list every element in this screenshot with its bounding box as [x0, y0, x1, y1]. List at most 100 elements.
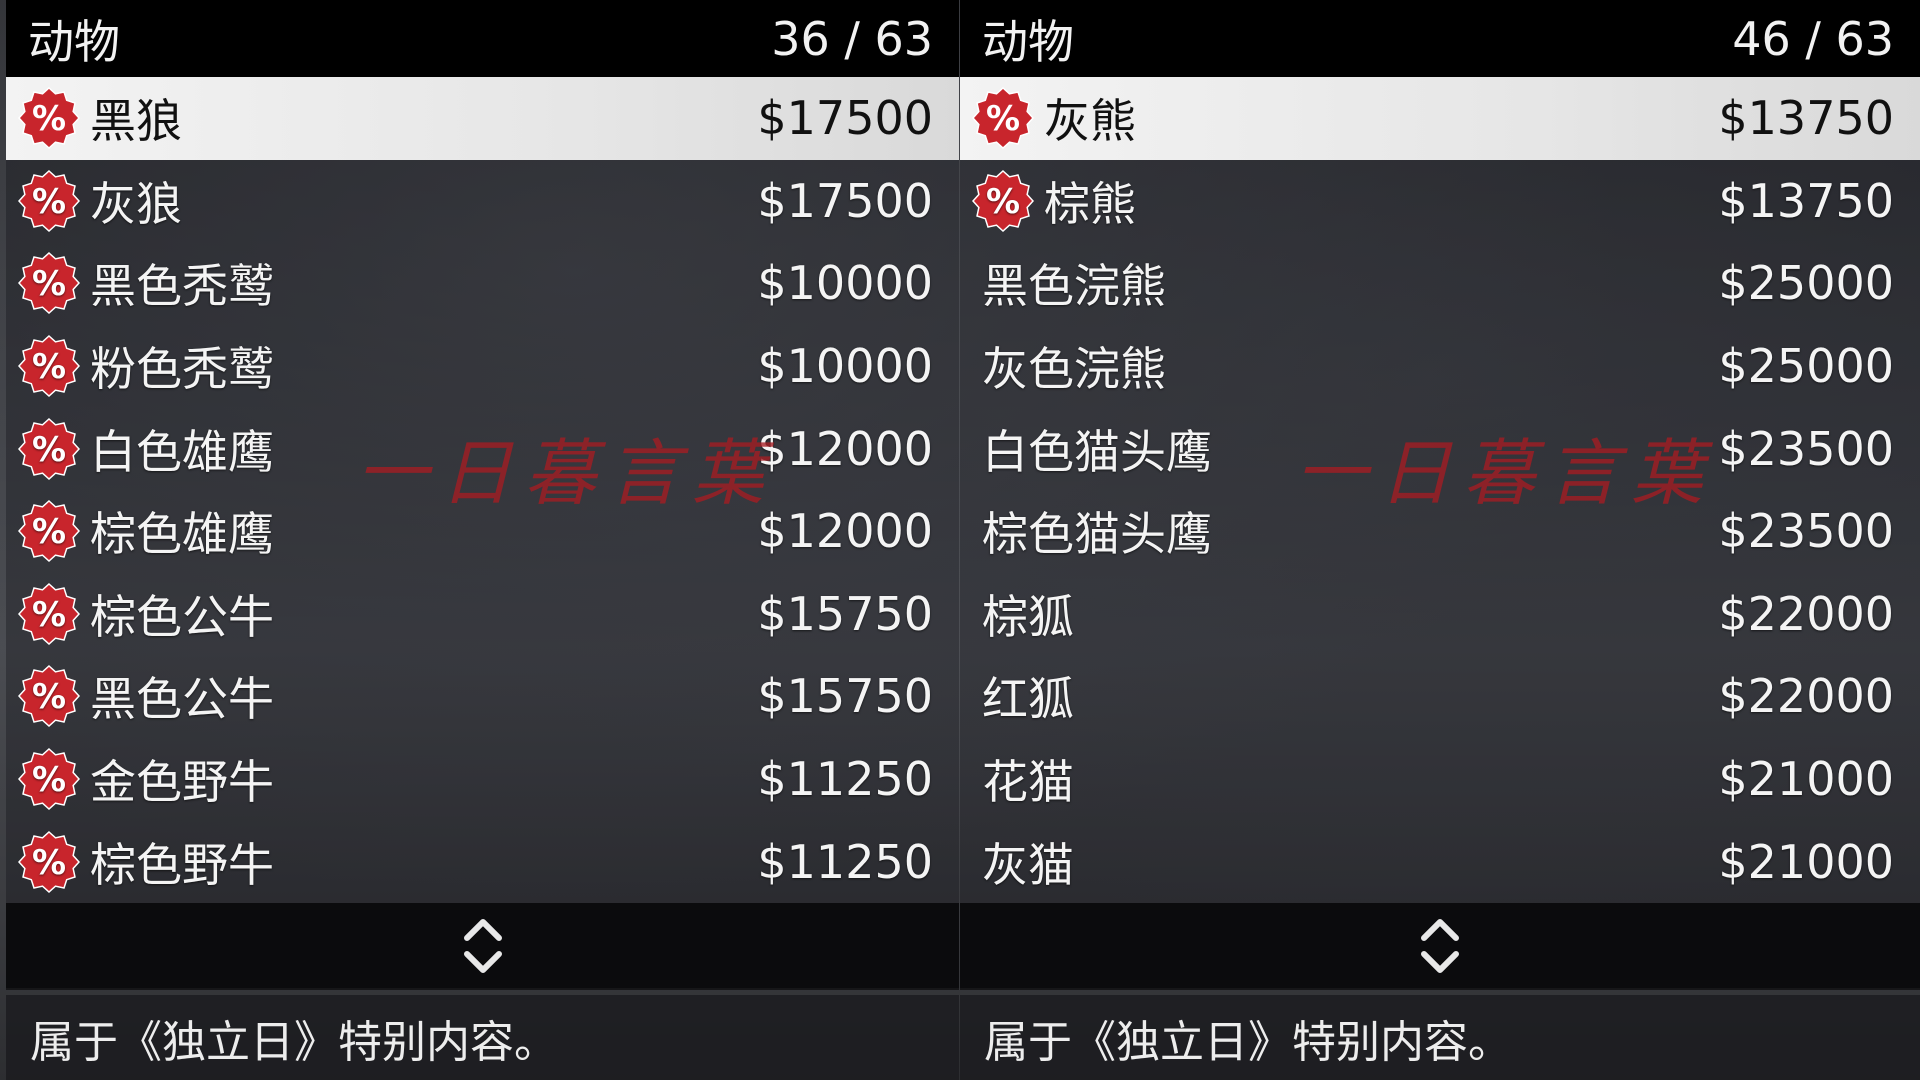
menu-item-price: $13750 — [1718, 173, 1894, 228]
menu-item-label: 黑色秃鹫 — [90, 259, 274, 314]
menu-item-price: $21000 — [1718, 834, 1894, 889]
menu-item[interactable]: % 黑狼 $17500 — [6, 77, 959, 160]
discount-badge-icon: % — [18, 500, 80, 563]
discount-badge-icon: % — [18, 252, 80, 315]
menu-item-price: $17500 — [757, 173, 933, 228]
menu-item[interactable]: 红狐 $22000 — [960, 655, 1920, 738]
menu-item[interactable]: 白色猫头鹰 $23500 — [960, 407, 1920, 490]
menu-item-label: 灰熊 — [1044, 94, 1136, 149]
menu-header: 动物 36 / 63 — [6, 0, 959, 77]
menu-item[interactable]: % 棕熊 $13750 — [960, 160, 1920, 243]
menu-item-label: 灰猫 — [982, 837, 1074, 892]
menu-item-label: 花猫 — [982, 755, 1074, 810]
menu-item-price: $23500 — [1718, 421, 1894, 476]
menu-item-label: 黑色浣熊 — [982, 259, 1166, 314]
menu-item-label: 黑狼 — [90, 94, 182, 149]
item-description: 属于《独立日》特别内容。 — [6, 995, 959, 1080]
up-down-chevron-icon — [463, 918, 502, 973]
svg-text:%: % — [32, 264, 66, 304]
menu-panel-left: 动物 36 / 63 % 黑狼 $17500% 灰狼 $17500% 黑色秃鹫 $10000… — [6, 0, 959, 1080]
svg-text:%: % — [32, 760, 66, 800]
menu-title: 动物 — [982, 14, 1074, 69]
svg-text:%: % — [32, 512, 66, 552]
description-text: 属于《独立日》特别内容。 — [30, 1016, 558, 1068]
menu-item[interactable]: % 黑色秃鹫 $10000 — [6, 242, 959, 325]
menu-item[interactable]: % 金色野牛 $11250 — [6, 738, 959, 821]
menu-item-price: $21000 — [1718, 752, 1894, 807]
discount-badge-icon: % — [18, 665, 80, 728]
menu-item[interactable]: % 粉色秃鹫 $10000 — [6, 325, 959, 408]
discount-badge-icon: % — [18, 169, 80, 232]
menu-item-label: 白色雄鹰 — [90, 424, 274, 479]
menu-item[interactable]: 灰色浣熊 $25000 — [960, 325, 1920, 408]
svg-text:%: % — [32, 430, 66, 470]
menu-item-label: 粉色秃鹫 — [90, 342, 274, 397]
menu-item[interactable]: 灰猫 $21000 — [960, 820, 1920, 903]
discount-badge-icon: % — [18, 582, 80, 645]
menu-item-label: 灰狼 — [90, 176, 182, 231]
menu-item[interactable]: 黑色浣熊 $25000 — [960, 242, 1920, 325]
menu-item[interactable]: % 灰狼 $17500 — [6, 160, 959, 243]
menu-item-price: $15750 — [757, 669, 933, 724]
menu-item[interactable]: 花猫 $21000 — [960, 738, 1920, 821]
menu-item-price: $15750 — [757, 586, 933, 641]
item-list: % 灰熊 $13750% 棕熊 $13750 黑色浣熊 $25000 灰色浣熊 $25000 白色… — [960, 77, 1920, 903]
item-list: % 黑狼 $17500% 灰狼 $17500% 黑色秃鹫 $10000% 粉色秃鹫 $10000… — [6, 77, 959, 903]
svg-text:%: % — [32, 99, 66, 139]
menu-item-price: $17500 — [757, 91, 933, 146]
menu-item-label: 红狐 — [982, 672, 1074, 727]
menu-header: 动物 46 / 63 — [960, 0, 1920, 77]
menu-item-label: 棕色雄鹰 — [90, 507, 274, 562]
menu-item-label: 棕熊 — [1044, 176, 1136, 231]
item-counter: 46 / 63 — [1732, 11, 1894, 66]
discount-badge-icon: % — [18, 87, 80, 150]
menu-item[interactable]: % 棕色野牛 $11250 — [6, 820, 959, 903]
menu-item-price: $25000 — [1718, 256, 1894, 311]
menu-item-price: $22000 — [1718, 669, 1894, 724]
scroll-indicator[interactable] — [960, 903, 1920, 990]
menu-item-label: 棕色猫头鹰 — [982, 507, 1212, 562]
menu-item-price: $13750 — [1718, 91, 1894, 146]
svg-text:%: % — [986, 182, 1020, 222]
item-counter: 36 / 63 — [771, 11, 933, 66]
menu-item-label: 棕色野牛 — [90, 837, 274, 892]
menu-item-label: 黑色公牛 — [90, 672, 274, 727]
menu-item-price: $12000 — [757, 421, 933, 476]
menu-item[interactable]: 棕色猫头鹰 $23500 — [960, 490, 1920, 573]
menu-item-price: $25000 — [1718, 339, 1894, 394]
menu-panel-right: 动物 46 / 63 % 灰熊 $13750% 棕熊 $13750 黑色浣熊 $25000 灰… — [960, 0, 1920, 1080]
discount-badge-icon: % — [18, 830, 80, 893]
svg-text:%: % — [986, 99, 1020, 139]
menu-item-price: $11250 — [757, 752, 933, 807]
menu-title: 动物 — [28, 14, 120, 69]
menu-item-price: $11250 — [757, 834, 933, 889]
scroll-indicator[interactable] — [6, 903, 959, 990]
description-text: 属于《独立日》特别内容。 — [984, 1016, 1512, 1068]
menu-item[interactable]: % 灰熊 $13750 — [960, 77, 1920, 160]
discount-badge-icon: % — [972, 169, 1034, 232]
discount-badge-icon: % — [972, 87, 1034, 150]
item-description: 属于《独立日》特别内容。 — [960, 995, 1920, 1080]
svg-text:%: % — [32, 182, 66, 222]
menu-item-price: $10000 — [757, 256, 933, 311]
svg-text:%: % — [32, 347, 66, 387]
menu-item[interactable]: 棕狐 $22000 — [960, 573, 1920, 656]
svg-text:%: % — [32, 595, 66, 635]
menu-item[interactable]: % 棕色公牛 $15750 — [6, 573, 959, 656]
menu-item-label: 棕狐 — [982, 589, 1074, 644]
menu-item[interactable]: % 棕色雄鹰 $12000 — [6, 490, 959, 573]
menu-item-label: 白色猫头鹰 — [982, 424, 1212, 479]
discount-badge-icon: % — [18, 748, 80, 811]
discount-badge-icon: % — [18, 335, 80, 398]
menu-item-price: $10000 — [757, 339, 933, 394]
menu-item-price: $12000 — [757, 504, 933, 559]
menu-item-price: $23500 — [1718, 504, 1894, 559]
menu-item-label: 棕色公牛 — [90, 589, 274, 644]
menu-item[interactable]: % 白色雄鹰 $12000 — [6, 407, 959, 490]
up-down-chevron-icon — [1421, 918, 1459, 973]
menu-item-label: 金色野牛 — [90, 755, 274, 810]
discount-badge-icon: % — [18, 417, 80, 480]
menu-item-label: 灰色浣熊 — [982, 342, 1166, 397]
menu-item[interactable]: % 黑色公牛 $15750 — [6, 655, 959, 738]
svg-text:%: % — [32, 677, 66, 717]
